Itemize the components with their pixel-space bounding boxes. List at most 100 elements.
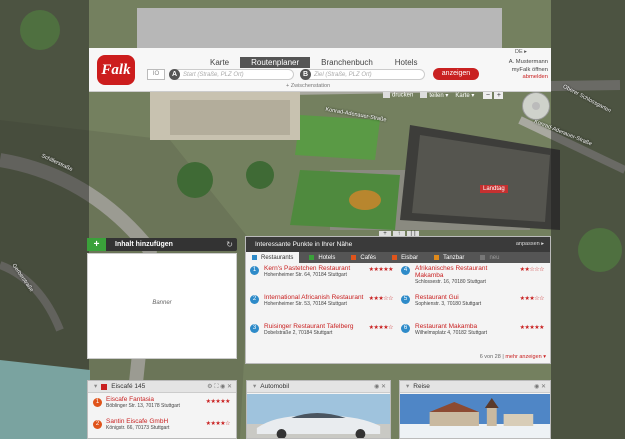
list-item[interactable]: 3 Ruisinger Restaurant Tafelberg Dobelst… xyxy=(250,323,395,352)
panel-controls[interactable]: ◉ ✕ xyxy=(534,381,546,393)
panel-controls[interactable]: ⚙ ⛶ ◉ ✕ xyxy=(207,381,232,393)
car-photo[interactable] xyxy=(247,394,390,439)
cafe-icon xyxy=(101,383,108,390)
add-waypoint-link[interactable]: + Zwischenstation xyxy=(286,83,330,89)
user-name: A. Mustermann xyxy=(508,59,548,65)
poi-list: 1 Kern's Pastetchen Restaurant Hohenheim… xyxy=(246,263,550,352)
landtag-label[interactable]: Landtag xyxy=(480,185,508,193)
list-item[interactable]: 1 Eiscafe Fantasia Böblinger Str. 13, 70… xyxy=(88,393,236,415)
refresh-icon[interactable]: ↻ xyxy=(226,240,233,249)
anzeigen-button[interactable]: anzeigen xyxy=(433,68,479,80)
rating-stars: ★★★★★ xyxy=(368,267,394,273)
cat-restaurants[interactable]: Restaurants xyxy=(246,252,300,263)
automobil-panel: ▾ Automobil ◉ ✕ xyxy=(246,380,391,439)
tab-karte[interactable]: Karte xyxy=(199,57,240,68)
logout-link[interactable]: abmelden xyxy=(491,74,548,82)
cat-new[interactable]: neu xyxy=(474,252,505,263)
add-content-bar[interactable]: + Inhalt hinzufügen ↻ xyxy=(87,238,237,251)
cat-label: Cafés xyxy=(360,254,377,261)
panel-header[interactable]: ▾ Eiscafé 145 ⚙ ⛶ ◉ ✕ xyxy=(88,381,236,393)
rating-stars: ★★★☆☆ xyxy=(519,296,545,302)
banner-label: Banner xyxy=(152,300,172,306)
tab-routenplaner[interactable]: Routenplaner xyxy=(240,57,311,68)
app-header: Falk Karte Routenplaner Branchenbuch Hot… xyxy=(89,48,551,92)
ziel-field[interactable]: B Ziel (Straße, PLZ Ort) xyxy=(300,69,425,80)
cat-eisbar[interactable]: Eisbar xyxy=(386,252,424,263)
tab-branchenbuch[interactable]: Branchenbuch xyxy=(310,57,384,68)
poi-title: Interessante Punkte in Ihrer Nähe xyxy=(255,241,353,248)
rating-stars: ★★★★★ xyxy=(519,325,545,331)
map-type-select[interactable]: Karte ▾ xyxy=(455,92,474,99)
poi-name[interactable]: Kern's Pastetchen Restaurant xyxy=(264,265,364,272)
new-icon xyxy=(480,255,486,260)
add-content-label: Inhalt hinzufügen xyxy=(115,241,173,248)
ziel-placeholder: Ziel (Straße, PLZ Ort) xyxy=(314,71,372,78)
zoom-out-button[interactable]: − xyxy=(483,92,493,99)
poi-address: Schlossestr. 16, 70180 Stuttgart xyxy=(415,279,486,285)
list-item[interactable]: 4 Afrikanisches Restaurant Makamba Schlo… xyxy=(401,265,546,294)
share-button[interactable]: teilen ▾ xyxy=(420,92,448,99)
panel-header[interactable]: ▾ Reise ◉ ✕ xyxy=(400,381,550,393)
tab-hotels[interactable]: Hotels xyxy=(384,57,429,68)
ziel-badge: B xyxy=(300,69,311,80)
show-more-link[interactable]: mehr anzeigen ▾ xyxy=(505,354,546,360)
poi-name[interactable]: Afrikanisches Restaurant Makamba xyxy=(415,265,515,279)
poi-name[interactable]: Ruisinger Restaurant Tafelberg xyxy=(264,323,364,330)
panel-header[interactable]: ▾ Automobil ◉ ✕ xyxy=(247,381,390,393)
anpassen-link[interactable]: anpassen ▸ xyxy=(516,237,544,252)
list-item[interactable]: 6 Restaurant Makamba Wilhelmsplatz 4, 70… xyxy=(401,323,546,352)
cafe-icon xyxy=(351,255,357,260)
poi-number: 2 xyxy=(250,295,259,304)
travel-photo[interactable] xyxy=(400,394,550,439)
cat-cafes[interactable]: Cafés xyxy=(345,252,382,263)
hotel-icon xyxy=(309,255,315,260)
list-item[interactable]: 5 Restaurant Gui Sophienstr. 3, 70180 St… xyxy=(401,294,546,323)
chevron-down-icon[interactable]: ▾ xyxy=(253,381,256,393)
poi-panel: Interessante Punkte in Ihrer Nähe anpass… xyxy=(245,236,551,364)
list-item[interactable]: 2 Santin Eiscafe GmbH Königstr. 66, 7017… xyxy=(88,415,236,437)
reise-panel: ▾ Reise ◉ ✕ xyxy=(399,380,551,439)
cat-label: Tanzbar xyxy=(443,254,465,261)
poi-count: 6 von 28 xyxy=(479,354,501,360)
poi-name[interactable]: Restaurant Makamba xyxy=(415,323,515,330)
language-select[interactable]: DE ▸ xyxy=(515,49,527,55)
poi-header: Interessante Punkte in Ihrer Nähe anpass… xyxy=(246,237,550,252)
poi-number: 3 xyxy=(250,324,259,333)
rating-stars: ★★★☆☆ xyxy=(368,296,394,302)
list-item[interactable]: 2 International Africanish Restaurant Ho… xyxy=(250,294,395,323)
cat-label: neu xyxy=(489,254,500,261)
poi-name[interactable]: International Africanish Restaurant xyxy=(264,294,364,301)
dance-icon xyxy=(434,255,440,260)
cat-tanzbar[interactable]: Tanzbar xyxy=(428,252,470,263)
poi-name[interactable]: Restaurant Gui xyxy=(415,294,515,301)
myfalk-link[interactable]: myFalk öffnen xyxy=(491,67,548,75)
print-label: drucken xyxy=(392,92,414,99)
icecream-icon xyxy=(392,255,398,260)
cat-label: Hotels xyxy=(318,254,336,261)
chevron-down-icon[interactable]: ▾ xyxy=(406,381,409,393)
start-field[interactable]: A Start (Straße, PLZ Ort) xyxy=(169,69,294,80)
panel-count: 145 xyxy=(134,382,146,390)
print-button[interactable]: drucken xyxy=(383,92,413,99)
poi-categories: Restaurants Hotels Cafés Eisbar Tanzbar … xyxy=(246,252,550,263)
top-ad-area xyxy=(137,8,502,48)
list-item[interactable]: 1 Kern's Pastetchen Restaurant Hohenheim… xyxy=(250,265,395,294)
poi-footer: 6 von 28 | mehr anzeigen ▾ xyxy=(479,354,546,360)
map-toolbar: drucken teilen ▾ Karte ▾ − + xyxy=(383,92,504,99)
rating-stars: ★★☆☆☆ xyxy=(519,267,545,273)
restaurant-icon xyxy=(252,255,257,260)
panel-title: Automobil xyxy=(260,382,290,390)
start-placeholder: Start (Straße, PLZ Ort) xyxy=(183,71,244,78)
panel-controls[interactable]: ◉ ✕ xyxy=(374,381,386,393)
falk-logo[interactable]: Falk xyxy=(97,55,135,85)
cat-label: Restaurants xyxy=(261,254,294,261)
cafe-number: 1 xyxy=(93,398,102,407)
compass-icon[interactable] xyxy=(522,92,550,120)
banner-ad[interactable]: Banner xyxy=(87,253,237,359)
zoom-in-button[interactable]: + xyxy=(494,92,504,99)
swap-route-icon[interactable]: IO xyxy=(147,69,165,80)
share-label: teilen ▾ xyxy=(429,93,449,99)
main-tabs: Karte Routenplaner Branchenbuch Hotels xyxy=(199,57,428,68)
cat-hotels[interactable]: Hotels xyxy=(303,252,341,263)
chevron-down-icon[interactable]: ▾ xyxy=(94,381,97,393)
